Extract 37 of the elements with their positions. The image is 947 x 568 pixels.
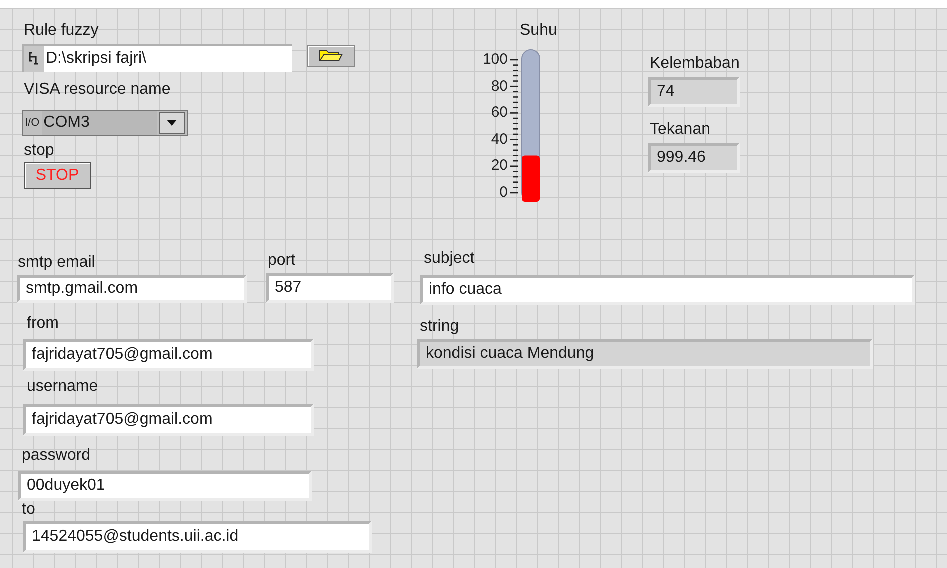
field-label: string xyxy=(420,317,460,337)
scale-label: 80 xyxy=(490,78,508,95)
caret-icon[interactable] xyxy=(159,112,185,134)
text-field[interactable]: 74 xyxy=(648,77,740,107)
text-field[interactable]: 14524055@students.uii.ac.id xyxy=(23,521,372,553)
text-field[interactable]: smtp.gmail.com xyxy=(17,275,247,303)
visa-dropdown[interactable]: I/O COM3 xyxy=(22,110,188,136)
scale-label: 40 xyxy=(490,132,508,148)
text-field[interactable]: info cuaca xyxy=(420,275,915,305)
scale-label: 60 xyxy=(490,105,508,122)
field-label: VISA resource name xyxy=(24,80,171,100)
text-field[interactable]: 00duyek01 xyxy=(18,471,312,501)
field-label: port xyxy=(268,251,296,271)
field-label: subject xyxy=(424,249,475,269)
text-field[interactable]: fajridayat705@gmail.com xyxy=(23,404,314,436)
scale-label: 0 xyxy=(498,185,508,201)
field-label: Tekanan xyxy=(650,120,710,140)
text-field[interactable]: 999.46 xyxy=(648,143,740,173)
text-field[interactable]: kondisi cuaca Mendung xyxy=(417,339,873,369)
io-icon: I/O xyxy=(23,118,42,128)
browse-button[interactable] xyxy=(307,45,355,67)
field-label: stop xyxy=(24,141,54,161)
folder-icon xyxy=(319,50,343,62)
field-label: password xyxy=(22,446,90,466)
field-label: Kelembaban xyxy=(650,54,740,74)
field-label: Rule fuzzy xyxy=(24,21,99,41)
scale-label: 20 xyxy=(490,158,508,174)
field-label: Suhu xyxy=(520,21,558,41)
text-field[interactable]: fajridayat705@gmail.com xyxy=(23,339,314,371)
field-label: username xyxy=(27,377,98,397)
field-label: to xyxy=(22,500,36,520)
text-field[interactable]: 587 xyxy=(266,273,394,303)
path-field[interactable]: D:\skripsi fajri\ xyxy=(22,44,292,72)
dropdown-value: COM3 xyxy=(42,111,157,135)
field-label: smtp email xyxy=(18,253,96,273)
scale-label: 100 xyxy=(482,52,508,68)
field-label: from xyxy=(27,314,59,334)
